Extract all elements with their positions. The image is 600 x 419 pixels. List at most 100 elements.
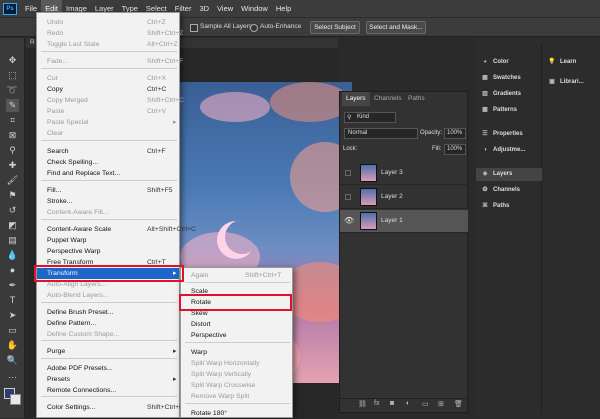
edit-menu-item-paste-special[interactable]: Paste Special ▸ [37, 117, 179, 128]
panel-layers[interactable]: ◈ Layers [476, 168, 542, 181]
mask-icon[interactable]: ◙ [390, 400, 394, 407]
opacity-input[interactable]: 100% [444, 128, 466, 139]
visibility-toggle[interactable] [345, 170, 351, 176]
edit-menu-item-define-brush-preset[interactable]: Define Brush Preset... [37, 307, 179, 318]
edit-menu-item-cut[interactable]: Cut Ctrl+X [37, 73, 179, 84]
new-layer-icon[interactable]: ⊞ [438, 400, 444, 408]
blur-tool-icon[interactable]: 💧 [6, 249, 19, 262]
clone-stamp-icon[interactable]: ⚑ [6, 189, 19, 202]
edit-menu-item-check-spelling[interactable]: Check Spelling... [37, 157, 179, 168]
tab-paths[interactable]: Paths [404, 92, 429, 106]
auto-enhance-checkbox[interactable] [250, 24, 258, 32]
path-selection-icon[interactable]: ➤ [6, 309, 19, 322]
fx-icon[interactable]: fx [374, 400, 379, 407]
link-icon[interactable]: ⛓ [358, 400, 367, 408]
transform-item-warp[interactable]: Warp [181, 347, 292, 358]
layer-row-selected[interactable]: 👁 Layer 1 [340, 210, 468, 233]
panel-paths[interactable]: ⌘ Paths [480, 200, 509, 213]
edit-menu-item-color-settings[interactable]: Color Settings... Shift+Ctrl+K [37, 402, 184, 413]
marquee-tool-icon[interactable]: ⬚ [6, 69, 19, 82]
zoom-tool-icon[interactable]: 🔍 [6, 354, 19, 367]
transform-item-split-warp-crosswise[interactable]: Split Warp Crosswise [181, 380, 292, 391]
edit-menu-item-purge[interactable]: Purge ▸ [37, 346, 179, 357]
menu-3d[interactable]: 3D [195, 0, 213, 17]
sample-all-layers-checkbox[interactable] [190, 24, 198, 32]
pen-tool-icon[interactable]: ✒ [6, 279, 19, 292]
edit-menu-item-perspective-warp[interactable]: Perspective Warp [37, 246, 179, 257]
filter-kind-select[interactable]: ⚲ Kind [344, 112, 396, 123]
panel-learn[interactable]: 💡 Learn [547, 56, 576, 69]
edit-menu-item-fade[interactable]: Fade... Shift+Ctrl+F [37, 56, 183, 67]
tab-channels[interactable]: Channels [370, 92, 405, 106]
edit-menu-item-adobe-pdf-presets[interactable]: Adobe PDF Presets... [37, 363, 179, 374]
panel-swatches[interactable]: ▦ Swatches [480, 72, 521, 85]
edit-menu-item-remote-connections[interactable]: Remote Connections... [37, 385, 179, 396]
menu-view[interactable]: View [213, 0, 237, 17]
edit-menu-item-content-aware-scale[interactable]: Content-Aware Scale Alt+Shift+Ctrl+C [37, 224, 196, 235]
edit-menu-item-paste[interactable]: Paste Ctrl+V [37, 106, 179, 117]
blend-mode-select[interactable]: Normal [344, 128, 418, 139]
visibility-toggle[interactable] [345, 194, 351, 200]
history-brush-icon[interactable]: ↺ [6, 204, 19, 217]
panel-libraries[interactable]: ▣ Librari... [547, 76, 584, 89]
edit-menu-item-define-custom-shape[interactable]: Define Custom Shape... [37, 329, 179, 340]
frame-tool-icon[interactable]: ⊠ [6, 129, 19, 142]
transform-item-remove-warp-split[interactable]: Remove Warp Split [181, 391, 292, 402]
rectangle-tool-icon[interactable]: ▭ [6, 324, 19, 337]
background-color-swatch[interactable] [10, 394, 21, 405]
folder-icon[interactable]: ▭ [422, 400, 429, 408]
lasso-tool-icon[interactable]: ➰ [6, 84, 19, 97]
edit-menu-item-clear[interactable]: Clear [37, 128, 179, 139]
edit-menu-item-stroke[interactable]: Stroke... [37, 196, 179, 207]
edit-menu-item-copy[interactable]: Copy Ctrl+C [37, 84, 179, 95]
edit-menu-item-undo[interactable]: Undo Ctrl+Z [37, 17, 179, 28]
layer-row[interactable]: Layer 2 [340, 186, 468, 209]
edit-menu-item-fill[interactable]: Fill... Shift+F5 [37, 185, 179, 196]
gradient-tool-icon[interactable]: ▤ [6, 234, 19, 247]
brush-tool-icon[interactable]: 🖌 [6, 174, 19, 187]
fill-input[interactable]: 100% [444, 144, 466, 155]
panel-color[interactable]: ◕ Color [480, 56, 508, 69]
tab-layers[interactable]: Layers [342, 92, 370, 106]
type-tool-icon[interactable]: T [6, 294, 19, 307]
transform-item-distort[interactable]: Distort [181, 319, 292, 330]
transform-item-rotate-180[interactable]: Rotate 180° [181, 408, 292, 419]
edit-menu-item-toggle-last-state[interactable]: Toggle Last State Alt+Ctrl+Z [37, 39, 179, 50]
more-tools-icon[interactable]: … [6, 369, 19, 382]
edit-menu-item-find-and-replace-text[interactable]: Find and Replace Text... [37, 168, 179, 179]
panel-adjustments[interactable]: ◑ Adjustme... [480, 144, 525, 157]
transform-item-split-warp-horizontally[interactable]: Split Warp Horizontally [181, 358, 292, 369]
edit-menu-item-content-aware-fill[interactable]: Content-Aware Fill... [37, 207, 179, 218]
panel-gradients[interactable]: ▥ Gradients [480, 88, 521, 101]
eraser-tool-icon[interactable]: ◩ [6, 219, 19, 232]
panel-properties[interactable]: ☰ Properties [480, 128, 522, 141]
dodge-tool-icon[interactable]: ● [6, 264, 19, 277]
layer-row[interactable]: Layer 3 [340, 162, 468, 185]
menu-window[interactable]: Window [237, 0, 272, 17]
select-subject-button[interactable]: Select Subject [310, 21, 360, 34]
healing-brush-icon[interactable]: ✚ [6, 159, 19, 172]
edit-menu-item-auto-blend-layers[interactable]: Auto-Blend Layers... [37, 290, 179, 301]
adjustment-icon[interactable]: ◐ [406, 400, 410, 407]
edit-menu-item-redo[interactable]: Redo Shift+Ctrl+Z [37, 28, 183, 39]
panel-patterns[interactable]: ▩ Patterns [480, 104, 517, 117]
eye-icon[interactable]: 👁 [344, 216, 354, 225]
panel-channels[interactable]: ❂ Channels [480, 184, 520, 197]
edit-menu-item-presets[interactable]: Presets ▸ [37, 374, 179, 385]
trash-icon[interactable]: 🗑 [454, 400, 463, 408]
edit-menu-item-copy-merged[interactable]: Copy Merged Shift+Ctrl+C [37, 95, 184, 106]
edit-menu-item-puppet-warp[interactable]: Puppet Warp [37, 235, 179, 246]
transform-item-split-warp-vertically[interactable]: Split Warp Vertically [181, 369, 292, 380]
edit-menu-item-define-pattern[interactable]: Define Pattern... [37, 318, 179, 329]
document-tab[interactable]: R [30, 39, 35, 46]
eyedropper-tool-icon[interactable]: ⚲ [6, 144, 19, 157]
select-and-mask-button[interactable]: Select and Mask... [366, 21, 426, 34]
crop-tool-icon[interactable]: ⌗ [6, 114, 19, 127]
edit-menu-item-search[interactable]: Search Ctrl+F [37, 146, 179, 157]
menu-help[interactable]: Help [272, 0, 295, 17]
transform-item-perspective[interactable]: Perspective [181, 330, 292, 341]
transform-item-again[interactable]: Again Shift+Ctrl+T [181, 270, 292, 281]
hand-tool-icon[interactable]: ✋ [6, 339, 19, 352]
quick-selection-tool-icon[interactable]: ✎ [6, 99, 19, 112]
move-tool-icon[interactable]: ✥ [6, 54, 19, 67]
